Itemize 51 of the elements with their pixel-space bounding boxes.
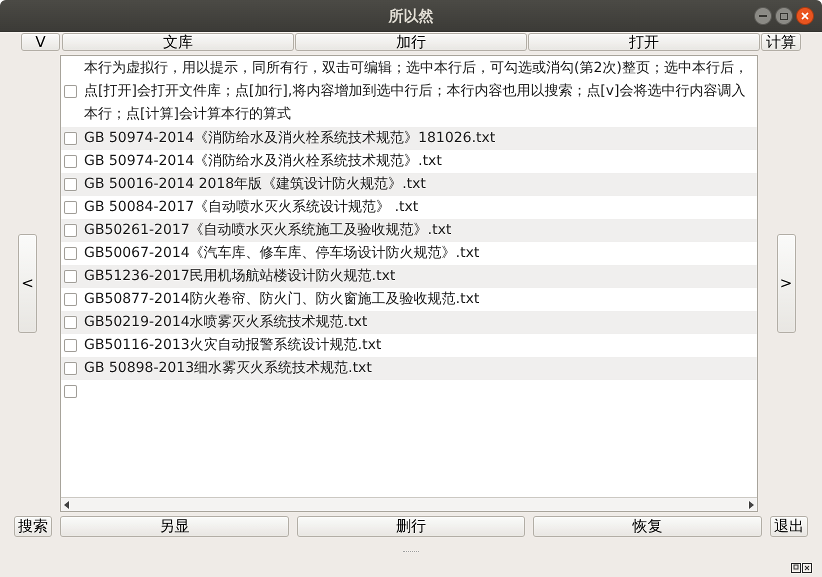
row-text: GB51236-2017民用机场航站楼设计防火规范.txt xyxy=(84,267,396,286)
checkbox[interactable] xyxy=(64,339,77,352)
list-row[interactable]: GB 50974-2014《消防给水及消火栓系统技术规范》181026.txt xyxy=(61,127,757,150)
list-row[interactable]: GB50261-2017《自动喷水灭火系统施工及验收规范》.txt xyxy=(61,219,757,242)
row-text: GB 50016-2014 2018年版《建筑设计防火规范》.txt xyxy=(84,175,426,194)
row-text: GB 50974-2014《消防给水及消火栓系统技术规范》181026.txt xyxy=(84,129,496,148)
minimize-button[interactable] xyxy=(754,7,772,25)
checkbox[interactable] xyxy=(64,201,77,214)
action-button[interactable]: 恢复 xyxy=(533,516,762,537)
row-text: GB50116-2013火灾自动报警系统设计规范.txt xyxy=(84,336,382,355)
checkbox[interactable] xyxy=(64,293,77,306)
previous-button[interactable]: < xyxy=(18,234,37,333)
toolbar-button[interactable]: 文库 xyxy=(62,33,294,51)
row-text: GB50877-2014防火卷帘、防火门、防火窗施工及验收规范.txt xyxy=(84,290,480,309)
row-text: GB50067-2014《汽车库、修车库、停车场设计防火规范》.txt xyxy=(84,244,480,263)
row-text: GB 50974-2014《消防给水及消火栓系统技术规范》.txt xyxy=(84,152,442,171)
toolbar-button[interactable]: 打开 xyxy=(528,33,760,51)
checkbox[interactable] xyxy=(64,316,77,329)
right-arrow-icon xyxy=(748,500,754,508)
checkbox[interactable] xyxy=(64,85,77,98)
close-button[interactable] xyxy=(796,7,814,25)
checkbox[interactable] xyxy=(64,385,77,398)
row-text: GB50261-2017《自动喷水灭火系统施工及验收规范》.txt xyxy=(84,221,452,240)
checkbox[interactable] xyxy=(64,247,77,260)
close-icon[interactable] xyxy=(802,563,812,573)
action-button[interactable]: 搜索 xyxy=(14,516,52,537)
checkbox[interactable] xyxy=(64,362,77,375)
restore-icon[interactable] xyxy=(791,563,801,573)
checkbox[interactable] xyxy=(64,224,77,237)
list-row[interactable]: GB 50016-2014 2018年版《建筑设计防火规范》.txt xyxy=(61,173,757,196)
list-row[interactable]: GB51236-2017民用机场航站楼设计防火规范.txt xyxy=(61,265,757,288)
row-text: GB 50084-2017《自动喷水灭火系统设计规范》 .txt xyxy=(84,198,418,217)
list-row[interactable]: GB 50898-2013细水雾灭火系统技术规范.txt xyxy=(61,357,757,380)
checkbox[interactable] xyxy=(64,270,77,283)
toolbar-button[interactable]: 计算 xyxy=(761,33,801,51)
horizontal-scrollbar[interactable] xyxy=(61,497,757,511)
window-title: 所以然 xyxy=(388,6,434,27)
left-arrow-icon xyxy=(64,500,70,508)
checkbox[interactable] xyxy=(64,132,77,145)
checkbox[interactable] xyxy=(64,155,77,168)
action-button[interactable]: 另显 xyxy=(60,516,289,537)
list-row[interactable]: GB50219-2014水喷雾灭火系统技术规范.txt xyxy=(61,311,757,334)
next-button[interactable]: > xyxy=(776,234,796,333)
action-button[interactable]: 删行 xyxy=(296,516,526,537)
checkbox[interactable] xyxy=(64,178,77,191)
toolbar-button[interactable]: 加行 xyxy=(295,33,527,51)
row-text: GB50219-2014水喷雾灭火系统技术规范.txt xyxy=(84,313,368,332)
row-text: GB 50898-2013细水雾灭火系统技术规范.txt xyxy=(84,359,372,378)
close-icon xyxy=(801,12,809,20)
toolbar-button[interactable]: V xyxy=(21,33,60,51)
action-button[interactable]: 退出 xyxy=(770,516,808,537)
